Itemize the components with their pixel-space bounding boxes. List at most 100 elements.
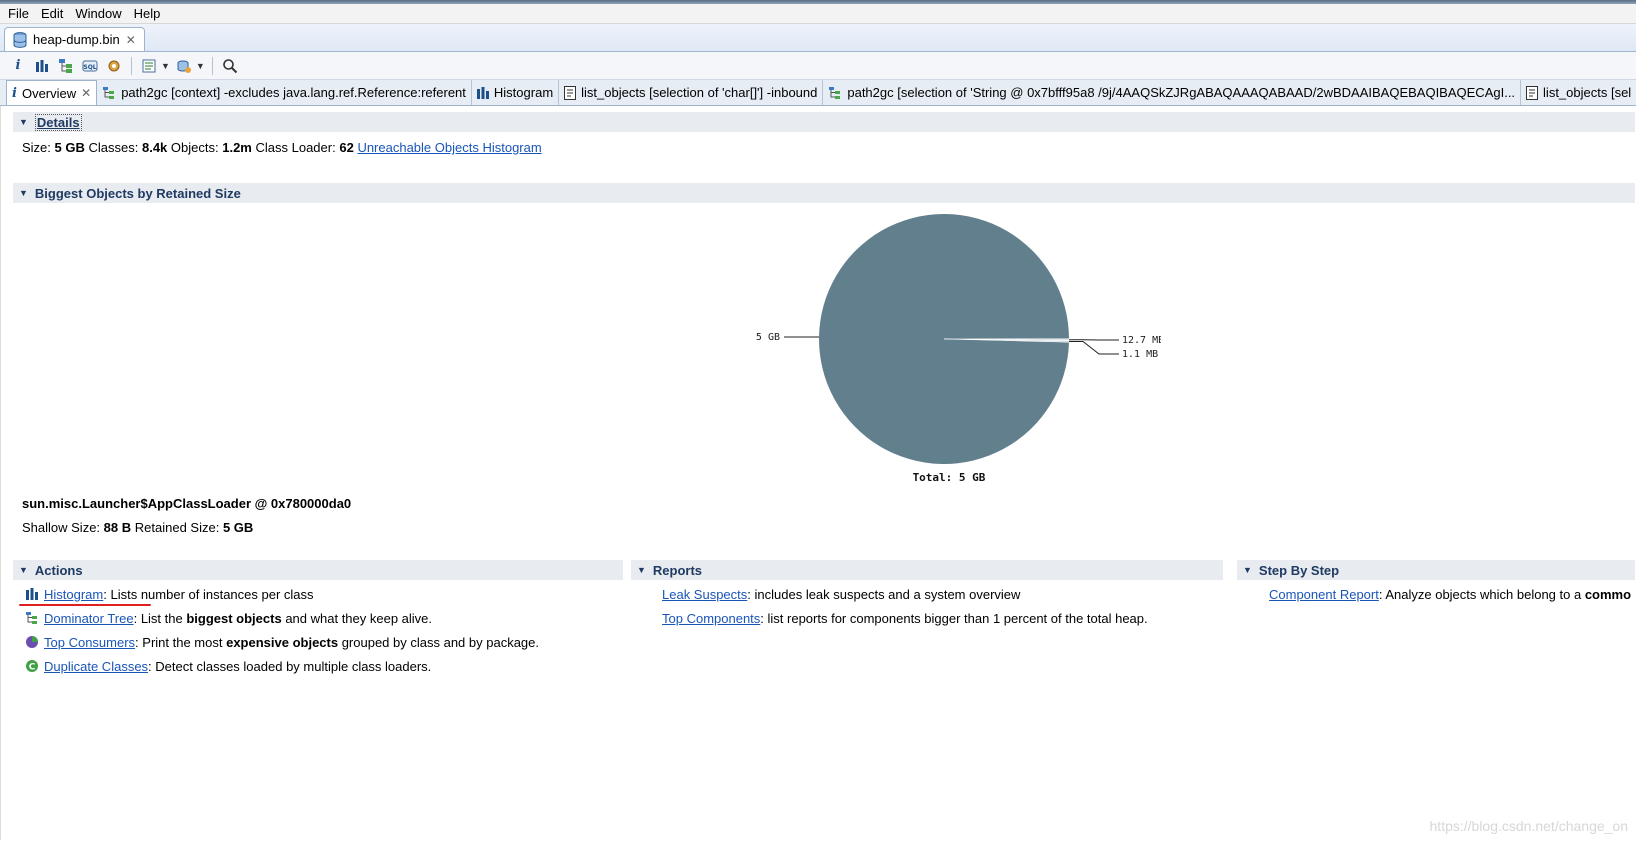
- pie-slice-label: 5 GB: [756, 332, 780, 343]
- info-icon[interactable]: i: [8, 56, 28, 76]
- step-by-step-section-header[interactable]: ▼ Step By Step: [1237, 560, 1635, 580]
- action-description: : Detect classes loaded by multiple clas…: [148, 659, 432, 674]
- step-description-bold: commo: [1584, 587, 1632, 602]
- collapse-triangle-icon[interactable]: ▼: [1243, 565, 1252, 575]
- dominator-tree-link[interactable]: Dominator Tree: [44, 611, 134, 626]
- objects-label: Objects:: [170, 140, 219, 155]
- histogram-icon[interactable]: [32, 56, 52, 76]
- step-item-component-report: Component Report: Analyze objects which …: [1269, 587, 1631, 602]
- action-description: and what they keep alive.: [281, 611, 433, 626]
- chevron-down-icon[interactable]: ▼: [196, 61, 205, 71]
- biggest-objects-section-header[interactable]: ▼ Biggest Objects by Retained Size: [13, 183, 1635, 203]
- path-tree-icon: [103, 86, 115, 99]
- editor-tab-heap-dump[interactable]: heap-dump.bin ✕: [4, 27, 145, 51]
- class-loader-label: Class Loader:: [255, 140, 336, 155]
- biggest-object-name: sun.misc.Launcher$AppClassLoader @ 0x780…: [22, 496, 352, 511]
- actions-title: Actions: [34, 562, 83, 578]
- tab-label: list_objects [sel: [1543, 85, 1632, 100]
- close-icon[interactable]: ✕: [81, 86, 91, 100]
- histogram-icon: [26, 588, 38, 600]
- tab-label: path2gc [selection of 'String @ 0x7bfff9…: [847, 85, 1516, 100]
- pie-slice-label: 12.7 MB: [1122, 335, 1161, 346]
- collapse-triangle-icon[interactable]: ▼: [19, 565, 28, 575]
- collapse-triangle-icon[interactable]: ▼: [19, 117, 28, 127]
- chevron-down-icon[interactable]: ▼: [161, 61, 170, 71]
- tab-histogram[interactable]: Histogram: [472, 80, 560, 105]
- result-tab-bar: i Overview ✕ path2gc [context] -excludes…: [0, 80, 1636, 106]
- biggest-object-sizes: Shallow Size: 88 B Retained Size: 5 GB: [22, 520, 253, 535]
- action-item-dominator-tree: Dominator Tree: List the biggest objects…: [25, 611, 432, 626]
- reports-title: Reports: [652, 562, 703, 578]
- heap-settings-icon[interactable]: [104, 56, 124, 76]
- editor-tab-bar: heap-dump.bin ✕: [0, 24, 1636, 52]
- query-browser-icon[interactable]: [139, 56, 159, 76]
- heap-dump-icon: [13, 31, 27, 48]
- top-consumers-icon: [26, 636, 38, 648]
- report-item-leak-suspects: Leak Suspects: includes leak suspects an…: [662, 587, 1020, 602]
- editor-tab-label: heap-dump.bin: [33, 32, 120, 47]
- unreachable-objects-histogram-link[interactable]: Unreachable Objects Histogram: [357, 140, 541, 155]
- action-item-histogram: Histogram: Lists number of instances per…: [25, 587, 314, 602]
- red-underline-annotation: [19, 604, 151, 606]
- overview-content: ▼ Details Size: 5 GB Classes: 8.4k Objec…: [0, 106, 1636, 840]
- size-label: Size:: [22, 140, 51, 155]
- reports-section-header[interactable]: ▼ Reports: [631, 560, 1223, 580]
- biggest-objects-pie-chart[interactable]: 5 GB 12.7 MB 1.1 MB Total: 5 GB: [701, 209, 1161, 489]
- tab-label: Overview: [21, 85, 77, 101]
- classes-value: 8.4k: [141, 140, 168, 155]
- menu-edit[interactable]: Edit: [35, 6, 69, 21]
- action-description-bold: biggest objects: [186, 611, 282, 626]
- details-section-header[interactable]: ▼ Details: [13, 112, 1635, 132]
- action-description: : Lists number of instances per class: [103, 587, 314, 602]
- toolbar: i SQL ▼ ▼: [0, 52, 1636, 80]
- biggest-objects-title: Biggest Objects by Retained Size: [34, 185, 241, 201]
- search-icon[interactable]: [220, 56, 240, 76]
- size-value: 5 GB: [54, 140, 85, 155]
- objects-value: 1.2m: [222, 140, 252, 155]
- pie-total-label: Total: 5 GB: [913, 471, 986, 484]
- report-description: : includes leak suspects and a system ov…: [747, 587, 1021, 602]
- menu-file[interactable]: File: [2, 6, 35, 21]
- menu-bar: File Edit Window Help: [0, 4, 1636, 24]
- duplicate-classes-link[interactable]: Duplicate Classes: [44, 659, 148, 674]
- close-icon[interactable]: ✕: [126, 33, 136, 47]
- top-consumers-link[interactable]: Top Consumers: [44, 635, 135, 650]
- tab-path2gc-selection[interactable]: path2gc [selection of 'String @ 0x7bfff9…: [823, 80, 1522, 105]
- tab-list-objects-selection[interactable]: list_objects [sel: [1521, 80, 1636, 105]
- top-components-link[interactable]: Top Components: [662, 611, 760, 626]
- tab-label: path2gc [context] -excludes java.lang.re…: [121, 85, 466, 100]
- menu-window[interactable]: Window: [69, 6, 127, 21]
- duplicate-classes-icon: C: [26, 660, 38, 673]
- details-title: Details: [34, 113, 82, 131]
- collapse-triangle-icon[interactable]: ▼: [19, 188, 28, 198]
- tab-list-objects-char[interactable]: list_objects [selection of 'char[]'] -in…: [559, 80, 824, 105]
- info-icon: i: [12, 85, 17, 101]
- shallow-size-label: Shallow Size:: [22, 520, 101, 535]
- report-description: : list reports for components bigger tha…: [760, 611, 1148, 626]
- tab-label: Histogram: [493, 85, 554, 100]
- report-item-top-components: Top Components: list reports for compone…: [662, 611, 1148, 626]
- dominator-tree-icon: [26, 612, 37, 624]
- actions-section-header[interactable]: ▼ Actions: [13, 560, 623, 580]
- retained-size-value: 5 GB: [222, 520, 254, 535]
- svg-text:C: C: [29, 663, 36, 673]
- tab-overview[interactable]: i Overview ✕: [6, 80, 98, 105]
- action-description: : Print the most: [135, 635, 227, 650]
- class-loader-value: 62: [339, 140, 354, 155]
- histogram-link[interactable]: Histogram: [44, 587, 103, 602]
- group-by-icon[interactable]: [174, 56, 194, 76]
- list-objects-icon: [1526, 85, 1539, 100]
- leak-suspects-link[interactable]: Leak Suspects: [662, 587, 747, 602]
- list-objects-icon: [564, 85, 577, 100]
- menu-help[interactable]: Help: [128, 6, 167, 21]
- collapse-triangle-icon[interactable]: ▼: [637, 565, 646, 575]
- action-item-duplicate-classes: C Duplicate Classes: Detect classes loade…: [25, 659, 431, 674]
- shallow-size-value: 88 B: [103, 520, 132, 535]
- dominator-tree-icon[interactable]: [56, 56, 76, 76]
- watermark: https://blog.csdn.net/change_on: [1429, 818, 1628, 834]
- toolbar-separator: [131, 56, 132, 75]
- component-report-link[interactable]: Component Report: [1269, 587, 1379, 602]
- tab-path2gc-context[interactable]: path2gc [context] -excludes java.lang.re…: [97, 80, 472, 105]
- tab-label: list_objects [selection of 'char[]'] -in…: [581, 85, 818, 100]
- oql-icon[interactable]: SQL: [80, 56, 100, 76]
